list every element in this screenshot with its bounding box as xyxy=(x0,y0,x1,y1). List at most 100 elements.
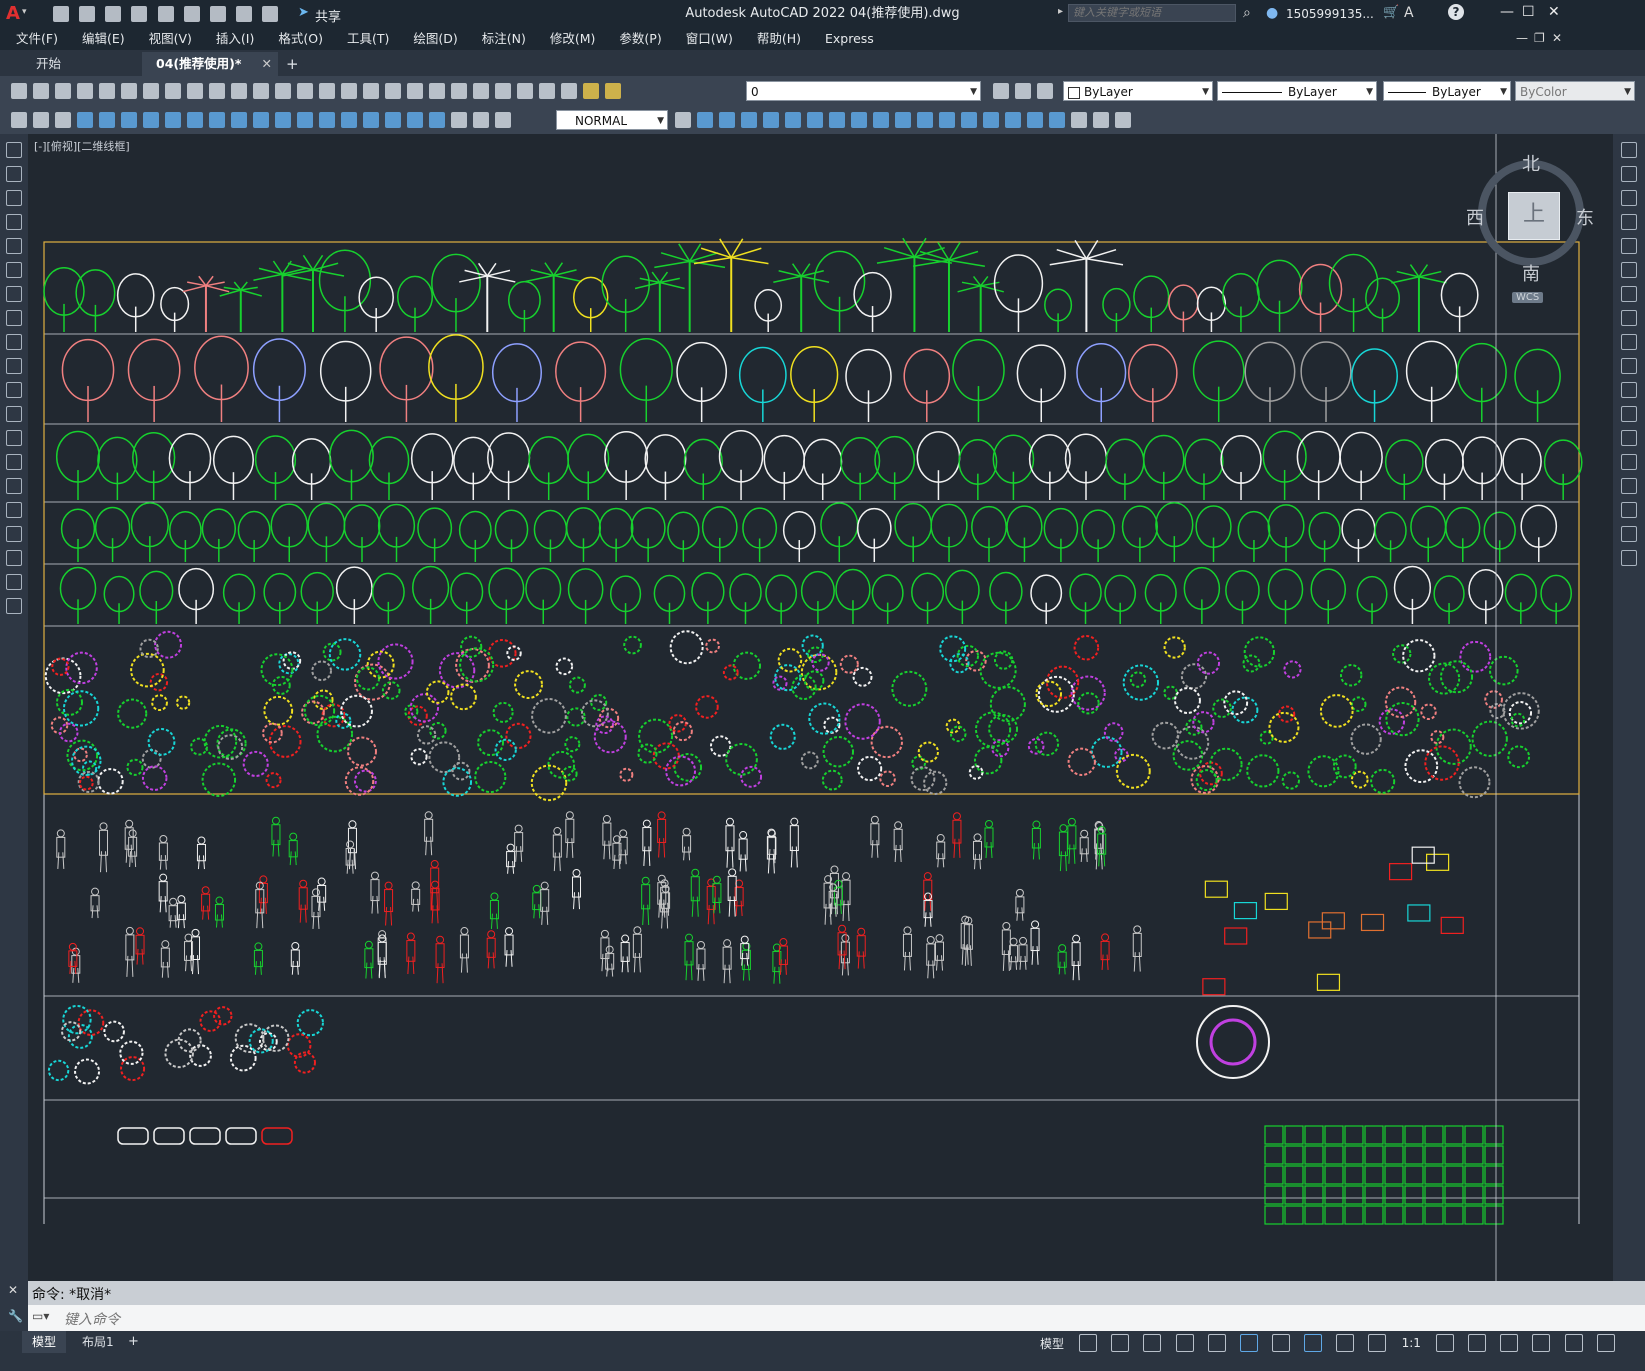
dim-text-edit-icon[interactable] xyxy=(473,112,489,128)
polar-icon[interactable] xyxy=(1175,1334,1194,1352)
draw-tool-icon-5[interactable] xyxy=(6,262,22,278)
center-mark-icon[interactable] xyxy=(385,112,401,128)
chamfer-icon[interactable] xyxy=(983,112,999,128)
modify-tool-icon-14[interactable] xyxy=(1621,478,1637,494)
qnew-icon[interactable] xyxy=(11,83,27,99)
draw-tool-icon-6[interactable] xyxy=(6,286,22,302)
color-dropdown[interactable]: ByLayer ▼ xyxy=(1063,81,1213,101)
modify-tool-icon-11[interactable] xyxy=(1621,406,1637,422)
tool-icon-2[interactable] xyxy=(33,112,49,128)
linear-dim-icon[interactable] xyxy=(77,112,93,128)
modify-tool-icon-6[interactable] xyxy=(1621,286,1637,302)
isolate-icon[interactable] xyxy=(1500,1334,1519,1352)
draw-tool-icon-19[interactable] xyxy=(6,598,22,614)
explode-icon[interactable] xyxy=(1049,112,1065,128)
search-icon[interactable]: ⌕ xyxy=(1243,5,1251,21)
draw-tool-icon-11[interactable] xyxy=(6,406,22,422)
move-icon[interactable] xyxy=(807,112,823,128)
menu-item-3[interactable]: 插入(I) xyxy=(204,28,266,50)
array-icon[interactable] xyxy=(785,112,801,128)
search-input[interactable] xyxy=(1068,4,1236,22)
lineweight-icon[interactable] xyxy=(1272,1334,1290,1352)
modify-tool-icon-0[interactable] xyxy=(1621,142,1637,158)
draw-tool-icon-15[interactable] xyxy=(6,502,22,518)
draw-tool-icon-16[interactable] xyxy=(6,526,22,542)
modify-tool-icon-10[interactable] xyxy=(1621,382,1637,398)
doc-restore-icon[interactable]: ❐ xyxy=(1534,31,1545,45)
draw-tool-icon-17[interactable] xyxy=(6,550,22,566)
tab-add-layout[interactable]: + xyxy=(122,1331,145,1353)
help-tool-icon[interactable] xyxy=(539,83,555,99)
extend-icon[interactable] xyxy=(917,112,933,128)
block-editor-icon[interactable] xyxy=(253,83,269,99)
undo-tool-icon[interactable] xyxy=(275,83,291,99)
draw-tool-icon-12[interactable] xyxy=(6,430,22,446)
draw-tool-icon-8[interactable] xyxy=(6,334,22,350)
layer-freeze-icon[interactable] xyxy=(605,83,621,99)
menu-item-10[interactable]: 窗口(W) xyxy=(674,28,745,50)
draw-tool-icon-1[interactable] xyxy=(6,166,22,182)
layer-on-icon[interactable] xyxy=(583,83,599,99)
command-input[interactable] xyxy=(62,1307,1566,1331)
trim-icon[interactable] xyxy=(895,112,911,128)
layer-dropdown[interactable]: 0 ▼ xyxy=(746,81,981,101)
dim-break-icon[interactable] xyxy=(341,112,357,128)
doc-minimize-icon[interactable]: — xyxy=(1516,31,1528,45)
drawing-area[interactable] xyxy=(28,134,1613,1281)
redo-tool-icon[interactable] xyxy=(297,83,313,99)
command-prompt-icon[interactable]: ▭▾ xyxy=(32,1309,49,1323)
tab-add-button[interactable]: + xyxy=(272,52,313,76)
modify-tool-icon-4[interactable] xyxy=(1621,238,1637,254)
osnap-icon[interactable] xyxy=(1239,1334,1258,1352)
annotation-scale-value[interactable]: 1:1 xyxy=(1402,1336,1421,1350)
tab-active-drawing[interactable]: 04(推荐使用)* ✕ xyxy=(142,52,278,76)
join-icon[interactable] xyxy=(961,112,977,128)
doc-close-icon[interactable]: ✕ xyxy=(1552,31,1562,45)
modify-tool-icon-13[interactable] xyxy=(1621,454,1637,470)
wcs-menu[interactable]: WCS xyxy=(1512,292,1544,303)
save-file-icon[interactable] xyxy=(55,83,71,99)
linetype-dropdown[interactable]: ByLayer ▼ xyxy=(1217,81,1377,101)
user-name[interactable]: 1505999135... xyxy=(1286,7,1374,21)
draw-tool-icon-13[interactable] xyxy=(6,454,22,470)
maximize-icon[interactable]: ☐ xyxy=(1522,4,1535,20)
isodraft-icon[interactable] xyxy=(1207,1334,1226,1352)
annotation-scale-icon[interactable] xyxy=(1368,1334,1387,1352)
autodesk-app-icon[interactable]: A xyxy=(1404,5,1414,21)
send-back-icon[interactable] xyxy=(1115,112,1131,128)
zoom-window-icon[interactable] xyxy=(363,83,379,99)
workspace-gear-icon[interactable] xyxy=(1436,1334,1455,1352)
dim-edit-icon[interactable] xyxy=(451,112,467,128)
sheet-set-icon[interactable] xyxy=(473,83,489,99)
jogged-linear-icon[interactable] xyxy=(429,112,445,128)
draw-tool-icon-9[interactable] xyxy=(6,358,22,374)
baseline-icon[interactable] xyxy=(275,112,291,128)
draw-tool-icon-2[interactable] xyxy=(6,190,22,206)
bring-front-icon[interactable] xyxy=(1093,112,1109,128)
plus-icon[interactable] xyxy=(1468,1334,1487,1352)
draw-tool-icon-4[interactable] xyxy=(6,238,22,254)
command-customize-icon[interactable]: 🔧 xyxy=(8,1309,23,1323)
blend-icon[interactable] xyxy=(1027,112,1043,128)
draw-tool-icon-18[interactable] xyxy=(6,574,22,590)
help-button[interactable]: ? xyxy=(1448,4,1464,20)
minimize-icon[interactable]: — xyxy=(1500,4,1514,20)
clean-screen-icon[interactable] xyxy=(1564,1334,1583,1352)
zoom-realtime-icon[interactable] xyxy=(341,83,357,99)
user-icon[interactable]: ● xyxy=(1266,5,1278,21)
modify-tool-icon-2[interactable] xyxy=(1621,190,1637,206)
modify-tool-icon-16[interactable] xyxy=(1621,526,1637,542)
menu-item-0[interactable]: 文件(F) xyxy=(4,28,70,50)
mirror-icon[interactable] xyxy=(741,112,757,128)
lineweight-dropdown[interactable]: ByLayer ▼ xyxy=(1383,81,1511,101)
modify-tool-icon-3[interactable] xyxy=(1621,214,1637,230)
hardware-acceleration-icon[interactable] xyxy=(1532,1334,1551,1352)
compass-south[interactable]: 南 xyxy=(1522,260,1540,286)
markup-icon[interactable] xyxy=(495,83,511,99)
tab-start[interactable]: 开始 xyxy=(22,52,75,76)
modify-tool-icon-9[interactable] xyxy=(1621,358,1637,374)
close-icon[interactable]: ✕ xyxy=(1548,4,1560,20)
radius-icon[interactable] xyxy=(165,112,181,128)
zoom-previous-icon[interactable] xyxy=(385,83,401,99)
layer-properties-icon[interactable] xyxy=(561,83,577,99)
